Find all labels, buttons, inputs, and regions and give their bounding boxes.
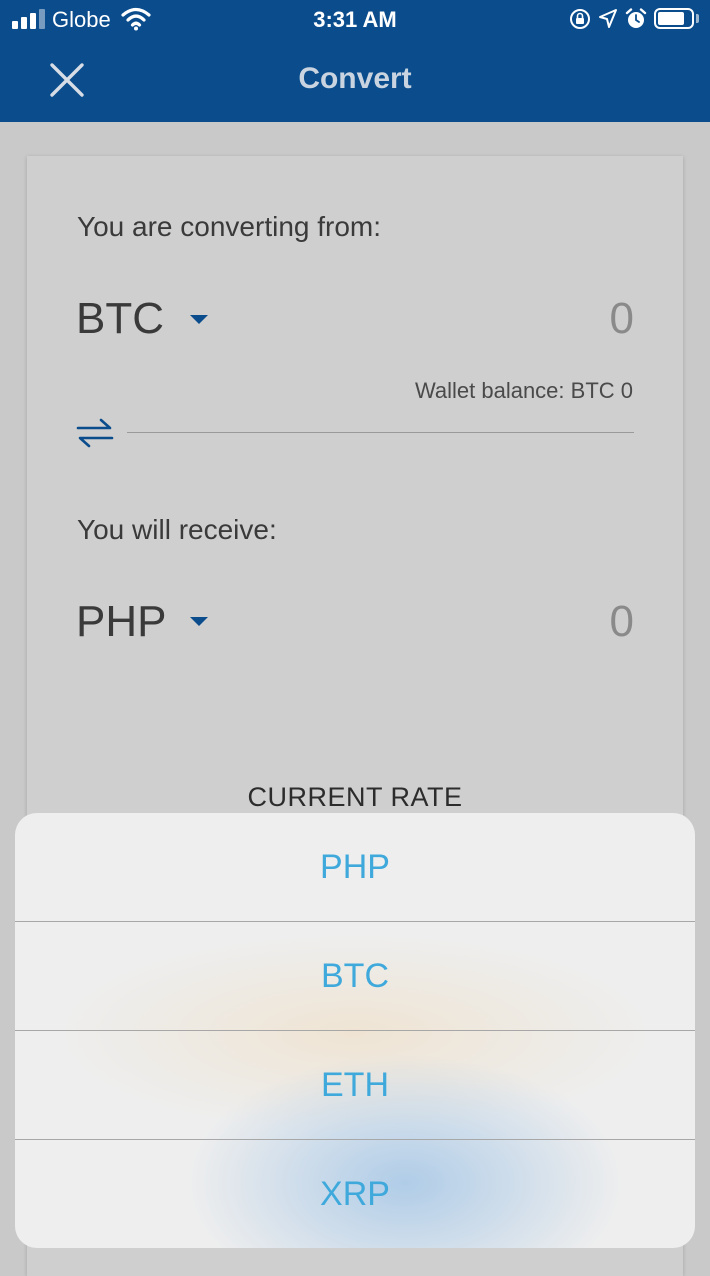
picker-option-xrp[interactable]: XRP [15, 1140, 695, 1248]
orientation-lock-icon [570, 9, 590, 29]
swap-icon[interactable] [75, 416, 115, 450]
battery-icon [654, 8, 694, 29]
picker-option-btc[interactable]: BTC [15, 922, 695, 1031]
status-bar: Globe 3:31 AM [0, 0, 710, 40]
alarm-icon [625, 8, 647, 28]
from-amount-input[interactable]: 0 [610, 294, 634, 344]
wallet-balance: Wallet balance: BTC 0 [414, 378, 633, 403]
picker-option-php[interactable]: PHP [15, 813, 695, 922]
from-label: You are converting from: [77, 211, 382, 242]
amount-divider [127, 432, 634, 433]
to-amount-value: 0 [609, 597, 634, 646]
to-label: You will receive: [77, 514, 277, 545]
navigation-bar: Convert [0, 40, 710, 122]
location-arrow-icon [599, 9, 617, 28]
to-currency-chevron-down-icon[interactable] [190, 617, 208, 626]
picker-option-eth[interactable]: ETH [15, 1031, 695, 1140]
current-rate-heading: CURRENT RATE [247, 782, 463, 812]
to-currency-selector[interactable]: PHP [76, 597, 166, 647]
currency-picker-sheet: PHP BTC ETH XRP [15, 813, 695, 1248]
battery-cap [696, 14, 699, 23]
from-currency-selector[interactable]: BTC [76, 294, 164, 344]
from-currency-chevron-down-icon[interactable] [190, 315, 208, 324]
page-title: Convert [298, 62, 412, 95]
